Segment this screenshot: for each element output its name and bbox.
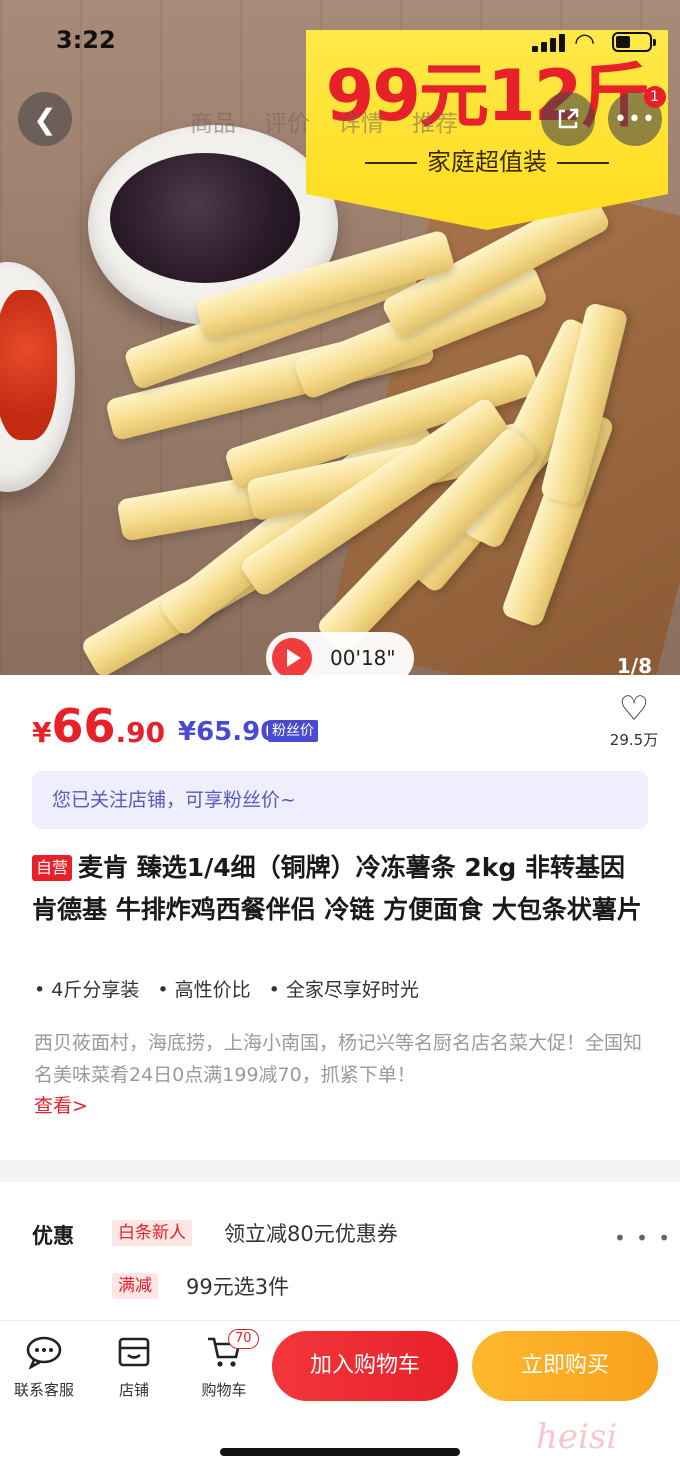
- follow-notice: 您已关注店铺，可享粉丝价~: [32, 771, 648, 829]
- feature-item: 高性价比: [157, 975, 251, 1002]
- share-icon: [558, 108, 579, 129]
- offer-text: 99元选3件: [186, 1275, 290, 1299]
- more-dots-icon: •••: [614, 106, 656, 132]
- bottom-action-bar: 联系客服 店铺 70 购物车 加入购物车 立即购买 heisi: [0, 1320, 680, 1472]
- fan-price: ¥65.90: [178, 717, 279, 747]
- chat-icon: [4, 1335, 84, 1377]
- favorite-count: 29.5万: [609, 731, 659, 749]
- ketchup-bowl-image: [0, 262, 75, 492]
- feature-item: 4斤分享装: [34, 975, 139, 1002]
- signal-icon: [532, 32, 566, 52]
- more-button[interactable]: ••• 1: [608, 86, 666, 146]
- cart-button[interactable]: 70 购物车: [184, 1329, 264, 1400]
- store-label: 店铺: [118, 1381, 149, 1399]
- status-time: 3:22: [56, 26, 116, 54]
- add-to-cart-button[interactable]: 加入购物车: [272, 1331, 458, 1401]
- customer-service-label: 联系客服: [13, 1381, 74, 1399]
- buy-now-button[interactable]: 立即购买: [472, 1331, 658, 1401]
- watermark-logo: heisi: [536, 1417, 618, 1457]
- store-button[interactable]: 店铺: [94, 1335, 174, 1400]
- offers-label: 优惠: [32, 1224, 74, 1248]
- top-tabs: 商品 评价 详情 推荐: [190, 104, 458, 138]
- back-button[interactable]: ❮: [18, 92, 72, 146]
- offer-tag: 白条新人: [112, 1220, 192, 1246]
- video-play-button[interactable]: 00'18": [266, 632, 414, 675]
- product-title: 自营 麦肯 臻选1/4细（铜牌）冷冻薯条 2kg 非转基因 肯德基 牛排炸鸡西餐伴…: [32, 853, 642, 924]
- store-icon: [94, 1335, 174, 1377]
- offers-section[interactable]: 优惠 白条新人 领立减80元优惠券 满减 99元选3件 • • •: [0, 1182, 680, 1320]
- more-badge: 1: [644, 86, 666, 108]
- tab-reviews[interactable]: 评价: [264, 104, 310, 138]
- tab-recommend[interactable]: 推荐: [412, 104, 458, 138]
- status-bar: 3:22 ◠: [0, 0, 680, 56]
- self-operated-tag: 自营: [32, 855, 73, 881]
- favorite-button[interactable]: ♡ 29.5万: [606, 689, 662, 750]
- tab-details[interactable]: 详情: [338, 104, 384, 138]
- offers-more-icon[interactable]: • • •: [614, 1226, 672, 1250]
- heart-plus-icon: ♡: [618, 689, 650, 729]
- section-divider: [0, 1160, 680, 1182]
- wifi-icon: ◠: [574, 28, 595, 56]
- play-icon: [272, 638, 312, 675]
- chevron-left-icon: ❮: [33, 102, 57, 136]
- feature-item: 全家尽享好时光: [269, 975, 419, 1002]
- customer-service-button[interactable]: 联系客服: [4, 1335, 84, 1400]
- cart-badge: 70: [228, 1329, 259, 1349]
- battery-icon: [612, 32, 656, 52]
- price: ¥66.90: [32, 699, 166, 753]
- promo-subtitle: 家庭超值装: [306, 142, 668, 177]
- video-duration: 00'18": [330, 646, 396, 670]
- feature-list: 4斤分享装 高性价比 全家尽享好时光: [34, 975, 419, 1002]
- offer-tag: 满减: [112, 1273, 158, 1299]
- image-counter: 1/8: [616, 654, 652, 675]
- promo-text: 西贝莜面村，海底捞，上海小南国，杨记兴等名厨名店名菜大促！全国知名美味菜肴24日…: [34, 1032, 643, 1086]
- tab-product[interactable]: 商品: [190, 104, 236, 138]
- fan-price-badge: 粉丝价: [268, 720, 318, 742]
- product-image-carousel[interactable]: 99元12斤 家庭超值装 商品 评价 详情 推荐 ❮ ••• 1 00'18" …: [0, 0, 680, 675]
- product-info-section: ¥66.90 ¥65.90 粉丝价 ♡ 29.5万 您已关注店铺，可享粉丝价~ …: [0, 675, 680, 1160]
- share-button[interactable]: [541, 92, 595, 146]
- see-more-link[interactable]: 查看>: [34, 1091, 88, 1118]
- cart-label: 购物车: [201, 1381, 247, 1399]
- home-indicator: [220, 1448, 460, 1456]
- offer-text: 领立减80元优惠券: [224, 1222, 398, 1246]
